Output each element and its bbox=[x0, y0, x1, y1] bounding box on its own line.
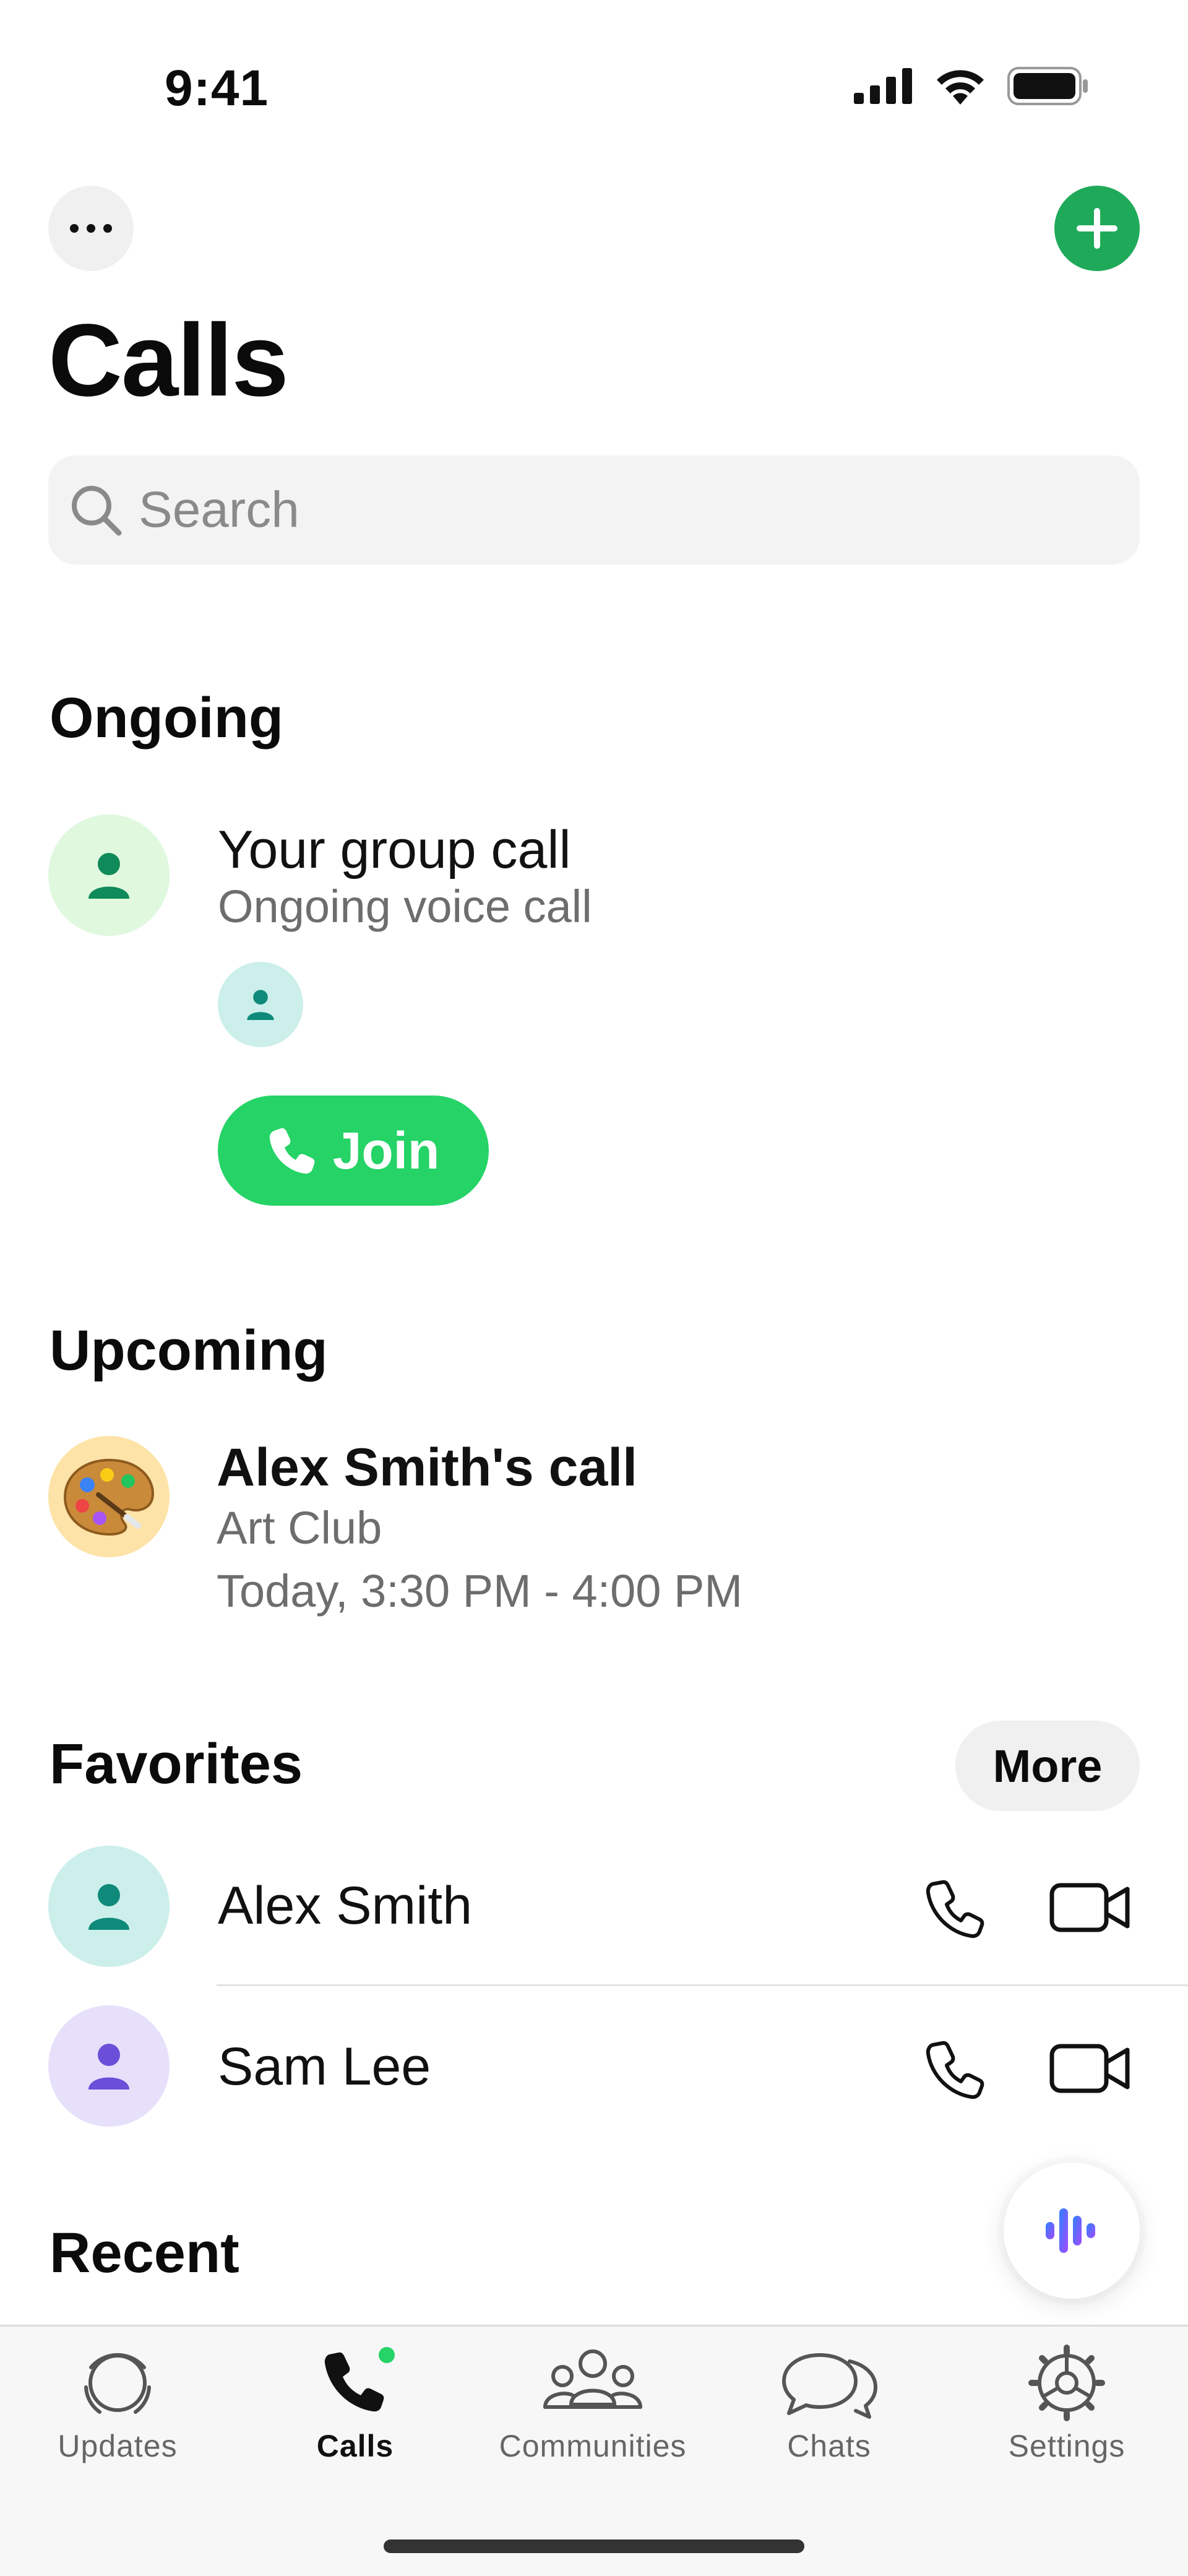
settings-icon bbox=[1028, 2345, 1105, 2421]
contact-avatar bbox=[48, 1846, 170, 1967]
plus-icon bbox=[1077, 208, 1117, 249]
tab-updates[interactable]: Updates bbox=[6, 2343, 229, 2464]
voice-call-button[interactable] bbox=[922, 2035, 990, 2103]
ongoing-call-subtitle: Ongoing voice call bbox=[218, 881, 592, 932]
video-call-button[interactable] bbox=[1049, 1875, 1131, 1940]
favorite-contact-name: Alex Smith bbox=[218, 1876, 473, 1935]
ai-assistant-button[interactable] bbox=[1004, 2163, 1140, 2299]
tab-settings[interactable]: Settings bbox=[955, 2343, 1178, 2464]
upcoming-call-title: Alex Smith's call bbox=[217, 1438, 638, 1497]
updates-icon bbox=[84, 2353, 151, 2414]
tab-communities-label: Communities bbox=[499, 2429, 687, 2463]
cellular-signal-icon bbox=[854, 68, 912, 104]
palette-icon bbox=[63, 1458, 155, 1536]
tab-chats-label: Chats bbox=[787, 2429, 871, 2463]
search-icon bbox=[72, 486, 122, 536]
communities-icon bbox=[543, 2349, 642, 2409]
tab-chats[interactable]: Chats bbox=[718, 2343, 940, 2464]
join-call-button[interactable]: Join bbox=[218, 1096, 489, 1206]
person-icon bbox=[88, 2044, 129, 2090]
list-divider bbox=[217, 1984, 1188, 1986]
wifi-icon bbox=[937, 70, 984, 105]
tab-calls[interactable]: Calls bbox=[244, 2343, 467, 2464]
phone-icon bbox=[926, 1880, 984, 1938]
participant-avatar bbox=[218, 962, 303, 1047]
page-title: Calls bbox=[48, 303, 289, 418]
status-time: 9:41 bbox=[165, 60, 269, 116]
phone-icon bbox=[269, 1128, 315, 1174]
ellipsis-icon bbox=[70, 224, 112, 233]
video-camera-icon bbox=[1049, 1883, 1130, 1932]
tab-updates-label: Updates bbox=[58, 2429, 178, 2463]
recent-section-title: Recent bbox=[50, 2221, 239, 2284]
favorites-more-button[interactable]: More bbox=[955, 1721, 1140, 1811]
favorites-section-title: Favorites bbox=[50, 1732, 303, 1796]
contact-avatar bbox=[48, 2005, 170, 2127]
join-button-label: Join bbox=[332, 1121, 440, 1180]
tab-settings-label: Settings bbox=[1008, 2429, 1126, 2463]
upcoming-section-title: Upcoming bbox=[50, 1319, 328, 1382]
person-icon bbox=[247, 990, 274, 1020]
person-icon bbox=[88, 1884, 129, 1930]
ongoing-section-title: Ongoing bbox=[50, 686, 284, 750]
chats-icon bbox=[782, 2353, 877, 2419]
upcoming-call-group: Art Club bbox=[217, 1502, 382, 1554]
favorite-contact-name: Sam Lee bbox=[218, 2037, 431, 2096]
ongoing-call-title: Your group call bbox=[218, 820, 571, 880]
phone-icon bbox=[926, 2041, 984, 2099]
battery-icon bbox=[1007, 67, 1088, 105]
bottom-tab-bar: Updates Calls Communities Chats Settings bbox=[0, 2325, 1188, 2576]
search-input[interactable] bbox=[139, 481, 1067, 539]
phone-icon bbox=[324, 2347, 395, 2412]
art-club-avatar bbox=[48, 1436, 170, 1557]
voice-call-button[interactable] bbox=[922, 1874, 990, 1942]
video-camera-icon bbox=[1049, 2044, 1130, 2093]
tab-communities[interactable]: Communities bbox=[481, 2343, 704, 2464]
voice-waveform-icon bbox=[1046, 2208, 1095, 2253]
tab-calls-label: Calls bbox=[316, 2429, 394, 2463]
home-indicator bbox=[384, 2539, 804, 2553]
group-call-avatar bbox=[48, 815, 170, 936]
status-icons bbox=[854, 67, 1089, 105]
new-call-button[interactable] bbox=[1054, 186, 1140, 271]
upcoming-call-time: Today, 3:30 PM - 4:00 PM bbox=[217, 1565, 743, 1617]
more-options-button[interactable] bbox=[48, 186, 134, 271]
person-icon bbox=[88, 853, 129, 899]
search-bar[interactable] bbox=[48, 456, 1140, 564]
video-call-button[interactable] bbox=[1049, 2036, 1131, 2101]
